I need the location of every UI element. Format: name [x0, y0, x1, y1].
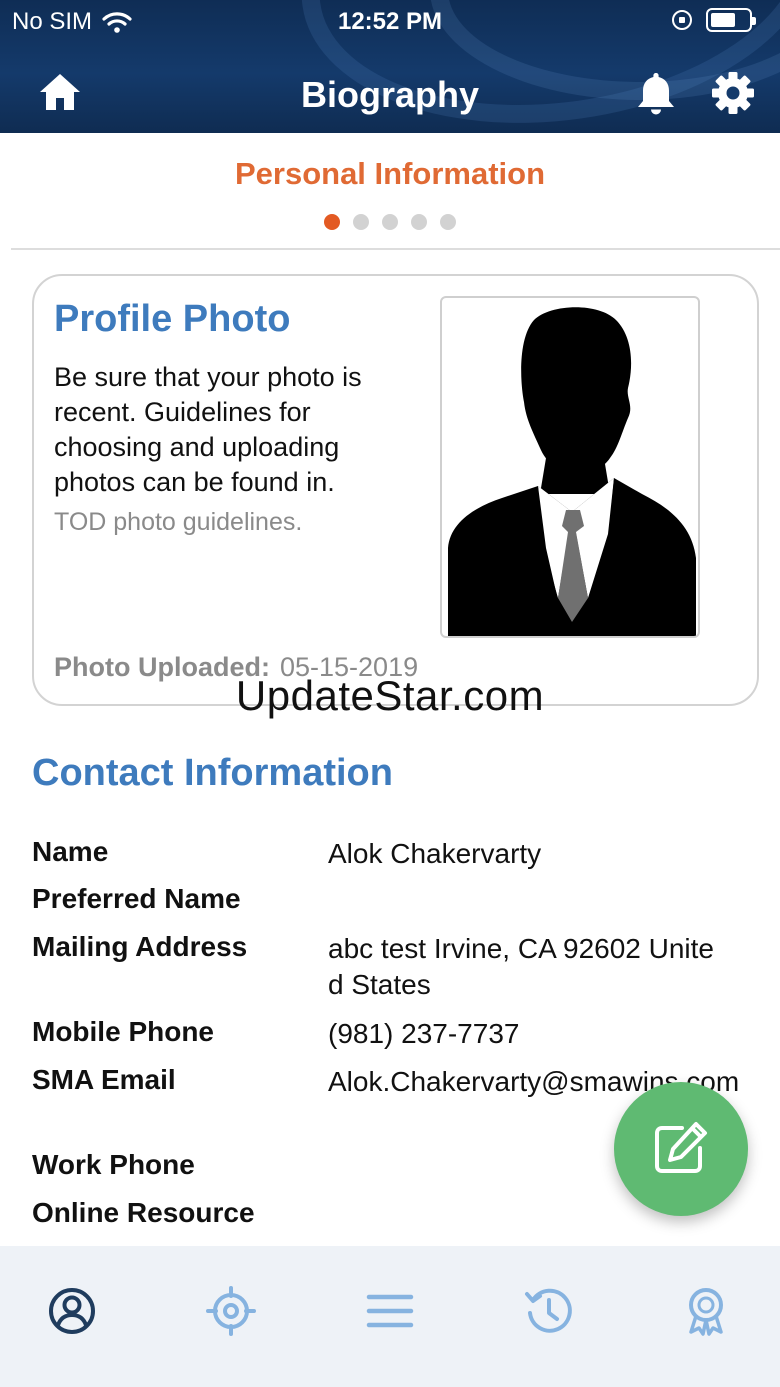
page-dot-active[interactable]: [324, 214, 340, 230]
field-label: Mailing Address: [32, 931, 248, 962]
field-label: Online Resource: [32, 1197, 255, 1228]
field-label: Preferred Name: [32, 883, 241, 914]
field-label: SMA Email: [32, 1064, 176, 1095]
field-label: Work Phone: [32, 1149, 195, 1180]
edit-icon: [655, 1122, 707, 1173]
status-time: 12:52 PM: [337, 8, 443, 35]
field-value: abc test Irvine, CA 92602 United States: [328, 933, 714, 1000]
list-icon[interactable]: [365, 1286, 415, 1336]
profile-icon[interactable]: [47, 1286, 97, 1336]
profile-photo-card: Profile Photo Be sure that your photo is…: [32, 274, 759, 706]
photo-guidelines-link[interactable]: TOD photo guidelines.: [54, 508, 302, 537]
page-dot[interactable]: [353, 214, 369, 230]
page-dot[interactable]: [440, 214, 456, 230]
card-title: Profile Photo: [54, 298, 291, 340]
field-value: (981) 237-7737: [328, 1018, 520, 1049]
target-icon[interactable]: [206, 1286, 256, 1336]
section-title: Personal Information: [234, 156, 546, 191]
field-value: Alok Chakervarty: [328, 838, 542, 869]
page-indicator[interactable]: [0, 214, 780, 230]
rotation-lock-icon: [672, 10, 692, 30]
field-label: Mobile Phone: [32, 1016, 214, 1047]
bell-icon[interactable]: [633, 70, 679, 116]
person-silhouette-icon: [448, 307, 696, 636]
status-bar: No SIM 12:52 PM: [0, 0, 780, 44]
watermark-text: UpdateStar.com: [235, 672, 545, 719]
contact-section-title: Contact Information: [32, 752, 393, 794]
award-icon[interactable]: [681, 1286, 731, 1336]
field-label: Name: [32, 836, 109, 867]
profile-photo[interactable]: [440, 296, 700, 638]
gear-icon[interactable]: [710, 70, 756, 116]
app-header: No SIM 12:52 PM Biography: [0, 0, 780, 133]
edit-button[interactable]: [614, 1082, 748, 1216]
page-dot[interactable]: [411, 214, 427, 230]
card-description: Be sure that your photo is recent. Guide…: [54, 362, 362, 497]
divider: [11, 248, 780, 250]
page-dot[interactable]: [382, 214, 398, 230]
battery-icon: [706, 8, 756, 32]
bottom-tab-bar: [0, 1246, 780, 1387]
history-icon[interactable]: [524, 1286, 574, 1336]
